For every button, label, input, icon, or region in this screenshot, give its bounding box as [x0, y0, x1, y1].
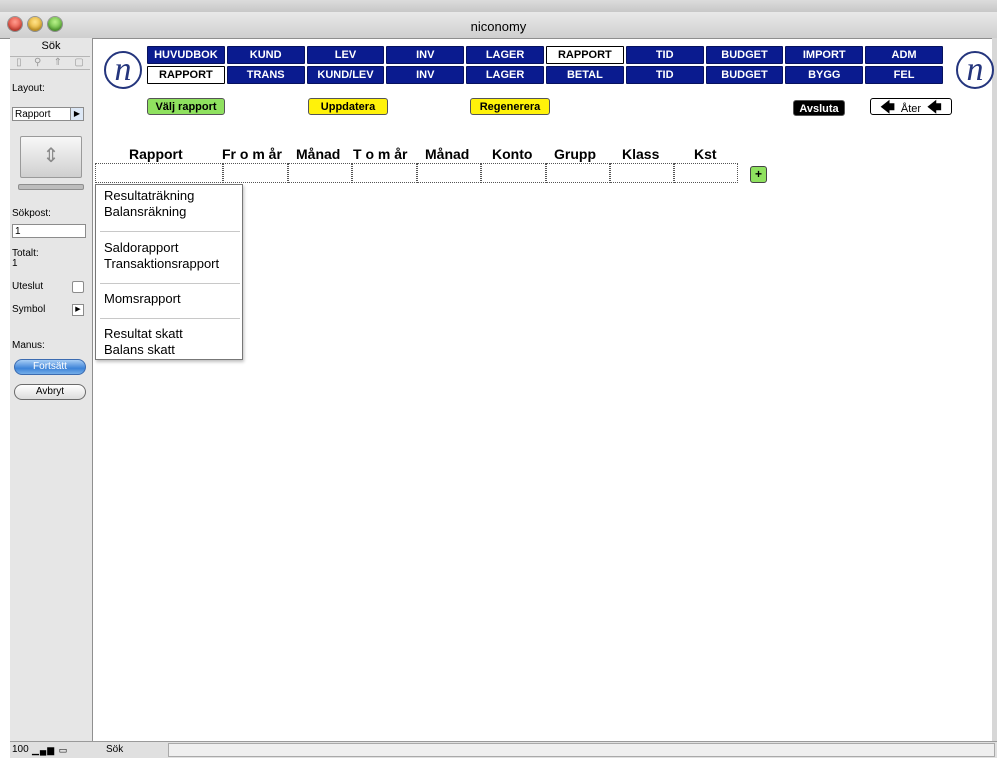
tab-lev[interactable]: LEV [306, 46, 385, 64]
col-header-account: Konto [492, 146, 533, 162]
menu-item-transaktionsrapport[interactable]: Transaktionsrapport [104, 256, 219, 271]
col-header-report: Rapport [129, 146, 183, 162]
tab-huvudbok[interactable]: HUVUDBOK [147, 46, 225, 64]
choose-report-button[interactable]: Välj rapport [147, 98, 225, 115]
menu-item-resultatrakning[interactable]: Resultaträkning [104, 188, 194, 203]
menu-item-balans-skatt[interactable]: Balans skatt [104, 342, 175, 357]
menu-item-saldorapport[interactable]: Saldorapport [104, 240, 178, 255]
to-month-field[interactable] [417, 163, 481, 183]
cost-center-field[interactable] [674, 163, 738, 183]
tab-tid[interactable]: TID [625, 46, 704, 64]
window-titlebar: niconomy [0, 0, 997, 39]
tab-import[interactable]: IMPORT [785, 46, 864, 64]
symbol-popup-icon[interactable]: ▶ [72, 304, 84, 316]
subtab-lager[interactable]: LAGER [466, 66, 544, 84]
class-field[interactable] [610, 163, 674, 183]
record-book-icon[interactable]: ⇕ [20, 136, 82, 178]
subtab-kund-lev[interactable]: KUND/LEV [306, 66, 385, 84]
record-label: Sökpost: [12, 208, 51, 219]
horizontal-scrollbar[interactable] [168, 743, 995, 757]
subtab-inv[interactable]: INV [386, 66, 465, 84]
find-tools[interactable]: ▯ ⚲ ⇑ ▢ [10, 56, 90, 70]
quit-button[interactable]: Avsluta [793, 100, 845, 116]
symbol-label: Symbol [12, 304, 46, 315]
omit-label: Uteslut [12, 281, 44, 292]
layout-popup[interactable]: Rapport ▶ [12, 107, 84, 121]
menu-separator [100, 318, 240, 319]
sub-nav: RAPPORT TRANS KUND/LEV INV LAGER BETAL TID BUDG… [147, 66, 943, 84]
tab-adm[interactable]: ADM [865, 46, 943, 64]
col-header-class: Klass [622, 146, 660, 162]
bottom-status-bar: 100 ▁▄▆ ▭ Sök [10, 741, 997, 758]
tab-lager[interactable]: LAGER [466, 46, 544, 64]
arrow-left-icon: 🡄 [880, 99, 895, 115]
status-area: Sök ▯ ⚲ ⇑ ▢ Layout: Rapport ▶ ⇕ Sökpost:… [10, 38, 93, 756]
col-header-to-month: Månad [425, 146, 470, 162]
tab-inv[interactable]: INV [386, 46, 465, 64]
zoom-level[interactable]: 100 [12, 744, 29, 755]
group-field[interactable] [546, 163, 610, 183]
layout-label: Layout: [12, 83, 45, 94]
total-value: 1 [12, 258, 18, 269]
col-header-group: Grupp [554, 146, 596, 162]
mode-label: Sök [41, 40, 61, 52]
niconomy-logo-icon: n [104, 51, 142, 89]
report-dropdown: Resultaträkning Balansräkning Saldorappo… [95, 184, 243, 360]
menu-separator [100, 283, 240, 284]
page-icon[interactable]: ▢ [74, 57, 83, 69]
col-header-from-month: Månad [296, 146, 341, 162]
niconomy-logo-icon-right: n [956, 51, 994, 89]
menu-item-balansrakning[interactable]: Balansräkning [104, 204, 186, 219]
to-year-field[interactable] [352, 163, 417, 183]
tab-rapport[interactable]: RAPPORT [545, 46, 624, 64]
tab-kund[interactable]: KUND [226, 46, 305, 64]
menu-item-resultat-skatt[interactable]: Resultat skatt [104, 326, 183, 341]
menu-item-momsrapport[interactable]: Momsrapport [104, 291, 181, 306]
record-field[interactable]: 1 [12, 224, 86, 238]
script-label: Manus: [12, 340, 45, 351]
report-field[interactable] [95, 163, 223, 183]
tab-budget[interactable]: BUDGET [705, 46, 784, 64]
window-title: niconomy [470, 19, 527, 34]
from-month-field[interactable] [288, 163, 352, 183]
main-nav: HUVUDBOK KUND LEV INV LAGER RAPPORT TID BUDGET I… [147, 46, 943, 64]
from-year-field[interactable] [223, 163, 288, 183]
subtab-budget[interactable]: BUDGET [705, 66, 784, 84]
omit-checkbox[interactable] [72, 281, 84, 293]
subtab-bygg[interactable]: BYGG [785, 66, 864, 84]
account-field[interactable] [481, 163, 546, 183]
record-icon[interactable]: ▯ [16, 57, 22, 69]
layout-value: Rapport [15, 109, 51, 120]
pin-icon[interactable]: ⇑ [54, 57, 62, 69]
record-slider[interactable] [18, 184, 84, 190]
subtab-tid[interactable]: TID [625, 66, 704, 84]
cancel-button[interactable]: Avbryt [14, 384, 86, 400]
bottom-mode-label: Sök [106, 744, 124, 755]
update-button[interactable]: Uppdatera [308, 98, 388, 115]
subtab-betal[interactable]: BETAL [545, 66, 624, 84]
col-header-to-year: T o m år [353, 146, 408, 162]
find-icon[interactable]: ⚲ [34, 57, 41, 69]
popup-arrow-icon: ▶ [70, 108, 83, 120]
col-header-cost-center: Kst [694, 146, 717, 162]
add-button[interactable]: + [750, 166, 767, 183]
continue-button[interactable]: Fortsätt [14, 359, 86, 375]
back-button[interactable]: 🡄 Åter 🡄 [870, 98, 952, 115]
subtab-fel[interactable]: FEL [865, 66, 943, 84]
background-window-strip [0, 0, 997, 12]
subtab-rapport[interactable]: RAPPORT [147, 66, 225, 84]
subtab-trans[interactable]: TRANS [226, 66, 305, 84]
regenerate-button[interactable]: Regenerera [470, 98, 550, 115]
vertical-scrollbar[interactable] [992, 38, 997, 741]
menu-separator [100, 231, 240, 232]
zoom-controls-icon[interactable]: ▁▄▆ ▭ [32, 745, 68, 756]
arrow-left-icon-2: 🡄 [927, 99, 942, 115]
back-label: Åter [900, 103, 922, 115]
col-header-from-year: Fr o m år [222, 146, 282, 162]
